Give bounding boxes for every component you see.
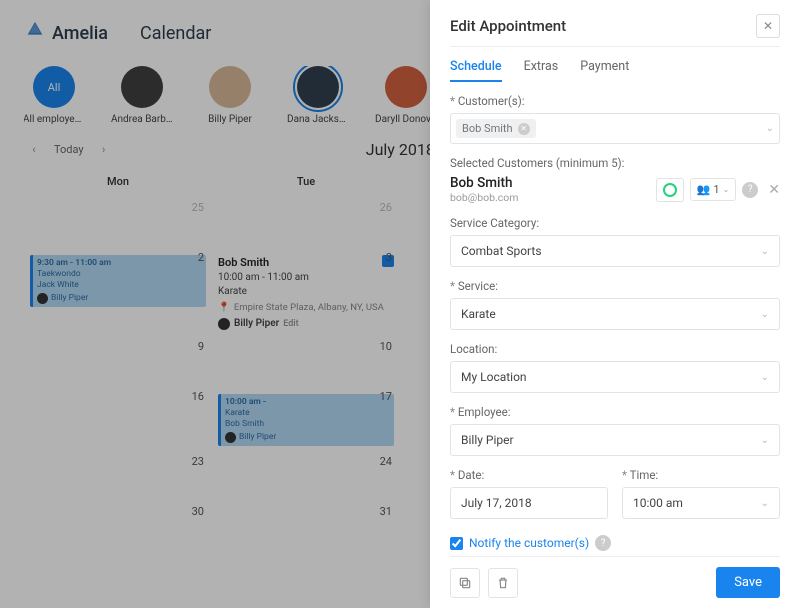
day-number: 25 xyxy=(192,201,204,214)
avatar-circle: All xyxy=(33,66,75,108)
calendar-cell[interactable]: 31 xyxy=(212,500,400,550)
selected-customer-row: Bob Smith bob@bob.com 👥 1 ⌄ ? ✕ xyxy=(450,175,780,204)
chevron-down-icon: ⌄ xyxy=(761,309,769,320)
date-input[interactable]: July 17, 2018 xyxy=(450,487,608,519)
day-number: 9 xyxy=(198,340,204,353)
amelia-logo-icon xyxy=(24,20,46,46)
panel-body: Customer(s): Bob Smith ✕ ⌄ Selected Cust… xyxy=(450,94,780,556)
chevron-down-icon: ⌄ xyxy=(723,185,730,194)
calendar-cell[interactable]: 24 xyxy=(212,450,400,500)
time-label: Time: xyxy=(622,468,780,482)
employee-avatar[interactable]: All All employees xyxy=(24,66,84,125)
duplicate-button[interactable] xyxy=(450,568,480,598)
notify-checkbox-row[interactable]: Notify the customer(s) ? xyxy=(450,535,780,551)
day-number: 26 xyxy=(380,201,392,214)
calendar-cell[interactable]: 3Bob Smith10:00 am - 11:00 amKarate📍Empi… xyxy=(212,246,400,335)
chevron-down-icon: ⌄ xyxy=(766,123,774,134)
panel-tabs: Schedule Extras Payment xyxy=(450,59,780,82)
employee-avatar[interactable]: Dana Jackson xyxy=(288,66,348,125)
customer-chip: Bob Smith ✕ xyxy=(456,119,536,138)
time-select[interactable]: 10:00 am⌄ xyxy=(622,487,780,519)
day-number: 30 xyxy=(192,505,204,518)
calendar-cell[interactable]: 23 xyxy=(24,450,212,500)
calendar-cell[interactable]: 25 xyxy=(24,196,212,246)
avatar-label: Dana Jackson xyxy=(287,114,349,125)
location-label: Location: xyxy=(450,342,780,356)
day-number: 23 xyxy=(192,455,204,468)
today-button[interactable]: Today xyxy=(54,143,84,156)
calendar-cell[interactable]: 16 xyxy=(24,385,212,450)
tab-extras[interactable]: Extras xyxy=(524,59,559,82)
chevron-down-icon: ⌄ xyxy=(761,372,769,383)
day-number: 24 xyxy=(380,455,392,468)
avatar-circle xyxy=(121,66,163,108)
help-icon[interactable]: ? xyxy=(595,535,611,551)
calendar-cell[interactable]: 26 xyxy=(212,196,400,246)
brand-name: Amelia xyxy=(52,23,108,44)
edit-appointment-panel: Edit Appointment ✕ Schedule Extras Payment… xyxy=(430,0,800,608)
employee-avatar[interactable]: Daryll Donov... xyxy=(376,66,436,125)
remove-customer-button[interactable]: ✕ xyxy=(768,182,780,198)
remove-chip-button[interactable]: ✕ xyxy=(518,123,530,135)
calendar-event[interactable]: 9:30 am - 11:00 amTaekwondoJack WhiteBil… xyxy=(30,255,206,307)
category-label: Service Category: xyxy=(450,216,780,230)
avatar-circle xyxy=(297,66,339,108)
chevron-down-icon: ⌄ xyxy=(761,246,769,257)
employee-select[interactable]: Billy Piper⌄ xyxy=(450,424,780,456)
location-select[interactable]: My Location⌄ xyxy=(450,361,780,393)
day-number: 10 xyxy=(380,340,392,353)
chevron-down-icon: ⌄ xyxy=(761,435,769,446)
close-panel-button[interactable]: ✕ xyxy=(756,14,780,38)
page-title: Calendar xyxy=(140,23,211,44)
day-number: 3 xyxy=(386,251,392,264)
customer-name: Bob Smith xyxy=(450,175,518,191)
day-number: 2 xyxy=(198,251,204,264)
service-label: Service: xyxy=(450,279,780,293)
weekday-label: Mon xyxy=(24,167,212,196)
save-button[interactable]: Save xyxy=(716,567,780,598)
day-number: 31 xyxy=(380,505,392,518)
notify-checkbox[interactable] xyxy=(450,537,463,550)
date-label: Date: xyxy=(450,468,608,482)
status-circle-icon xyxy=(663,183,677,197)
panel-footer: Save xyxy=(450,556,780,608)
brand-logo: Amelia xyxy=(24,20,108,46)
calendar-cell[interactable]: 1710:00 am -KarateBob SmithBilly Piper xyxy=(212,385,400,450)
customers-label: Customer(s): xyxy=(450,94,780,108)
avatar-label: Billy Piper xyxy=(208,114,252,125)
employee-avatar[interactable]: Billy Piper xyxy=(200,66,260,125)
day-number: 17 xyxy=(380,390,392,403)
panel-title: Edit Appointment xyxy=(450,17,566,35)
employee-avatar[interactable]: Andrea Barber xyxy=(112,66,172,125)
tab-schedule[interactable]: Schedule xyxy=(450,59,502,82)
calendar-cell[interactable]: 30 xyxy=(24,500,212,550)
chevron-down-icon: ⌄ xyxy=(761,498,769,509)
customer-email: bob@bob.com xyxy=(450,191,518,204)
tab-payment[interactable]: Payment xyxy=(580,59,629,82)
category-select[interactable]: Combat Sports⌄ xyxy=(450,235,780,267)
appointment-detail[interactable]: Bob Smith10:00 am - 11:00 amKarate📍Empir… xyxy=(218,255,394,331)
calendar-event[interactable]: 10:00 am -KarateBob SmithBilly Piper xyxy=(218,394,394,446)
avatar-circle xyxy=(385,66,427,108)
avatar-label: Daryll Donov... xyxy=(375,114,437,125)
selected-customers-label: Selected Customers (minimum 5): xyxy=(450,156,780,170)
avatar-circle xyxy=(209,66,251,108)
avatar-label: Andrea Barber xyxy=(111,114,173,125)
weekday-label: Tue xyxy=(212,167,400,196)
calendar-cell[interactable]: 29:30 am - 11:00 amTaekwondoJack WhiteBi… xyxy=(24,246,212,335)
people-icon: 👥 xyxy=(697,183,711,196)
help-icon[interactable]: ? xyxy=(742,182,758,198)
employee-label: Employee: xyxy=(450,405,780,419)
status-indicator[interactable] xyxy=(656,178,684,202)
next-month-button[interactable]: › xyxy=(94,139,114,159)
customers-input[interactable]: Bob Smith ✕ ⌄ xyxy=(450,113,780,144)
prev-month-button[interactable]: ‹ xyxy=(24,139,44,159)
avatar-label: All employees xyxy=(24,114,85,125)
delete-button[interactable] xyxy=(488,568,518,598)
day-number: 16 xyxy=(192,390,204,403)
service-select[interactable]: Karate⌄ xyxy=(450,298,780,330)
calendar-cell[interactable]: 9 xyxy=(24,335,212,385)
calendar-cell[interactable]: 10 xyxy=(212,335,400,385)
guest-count-control[interactable]: 👥 1 ⌄ xyxy=(690,178,737,201)
